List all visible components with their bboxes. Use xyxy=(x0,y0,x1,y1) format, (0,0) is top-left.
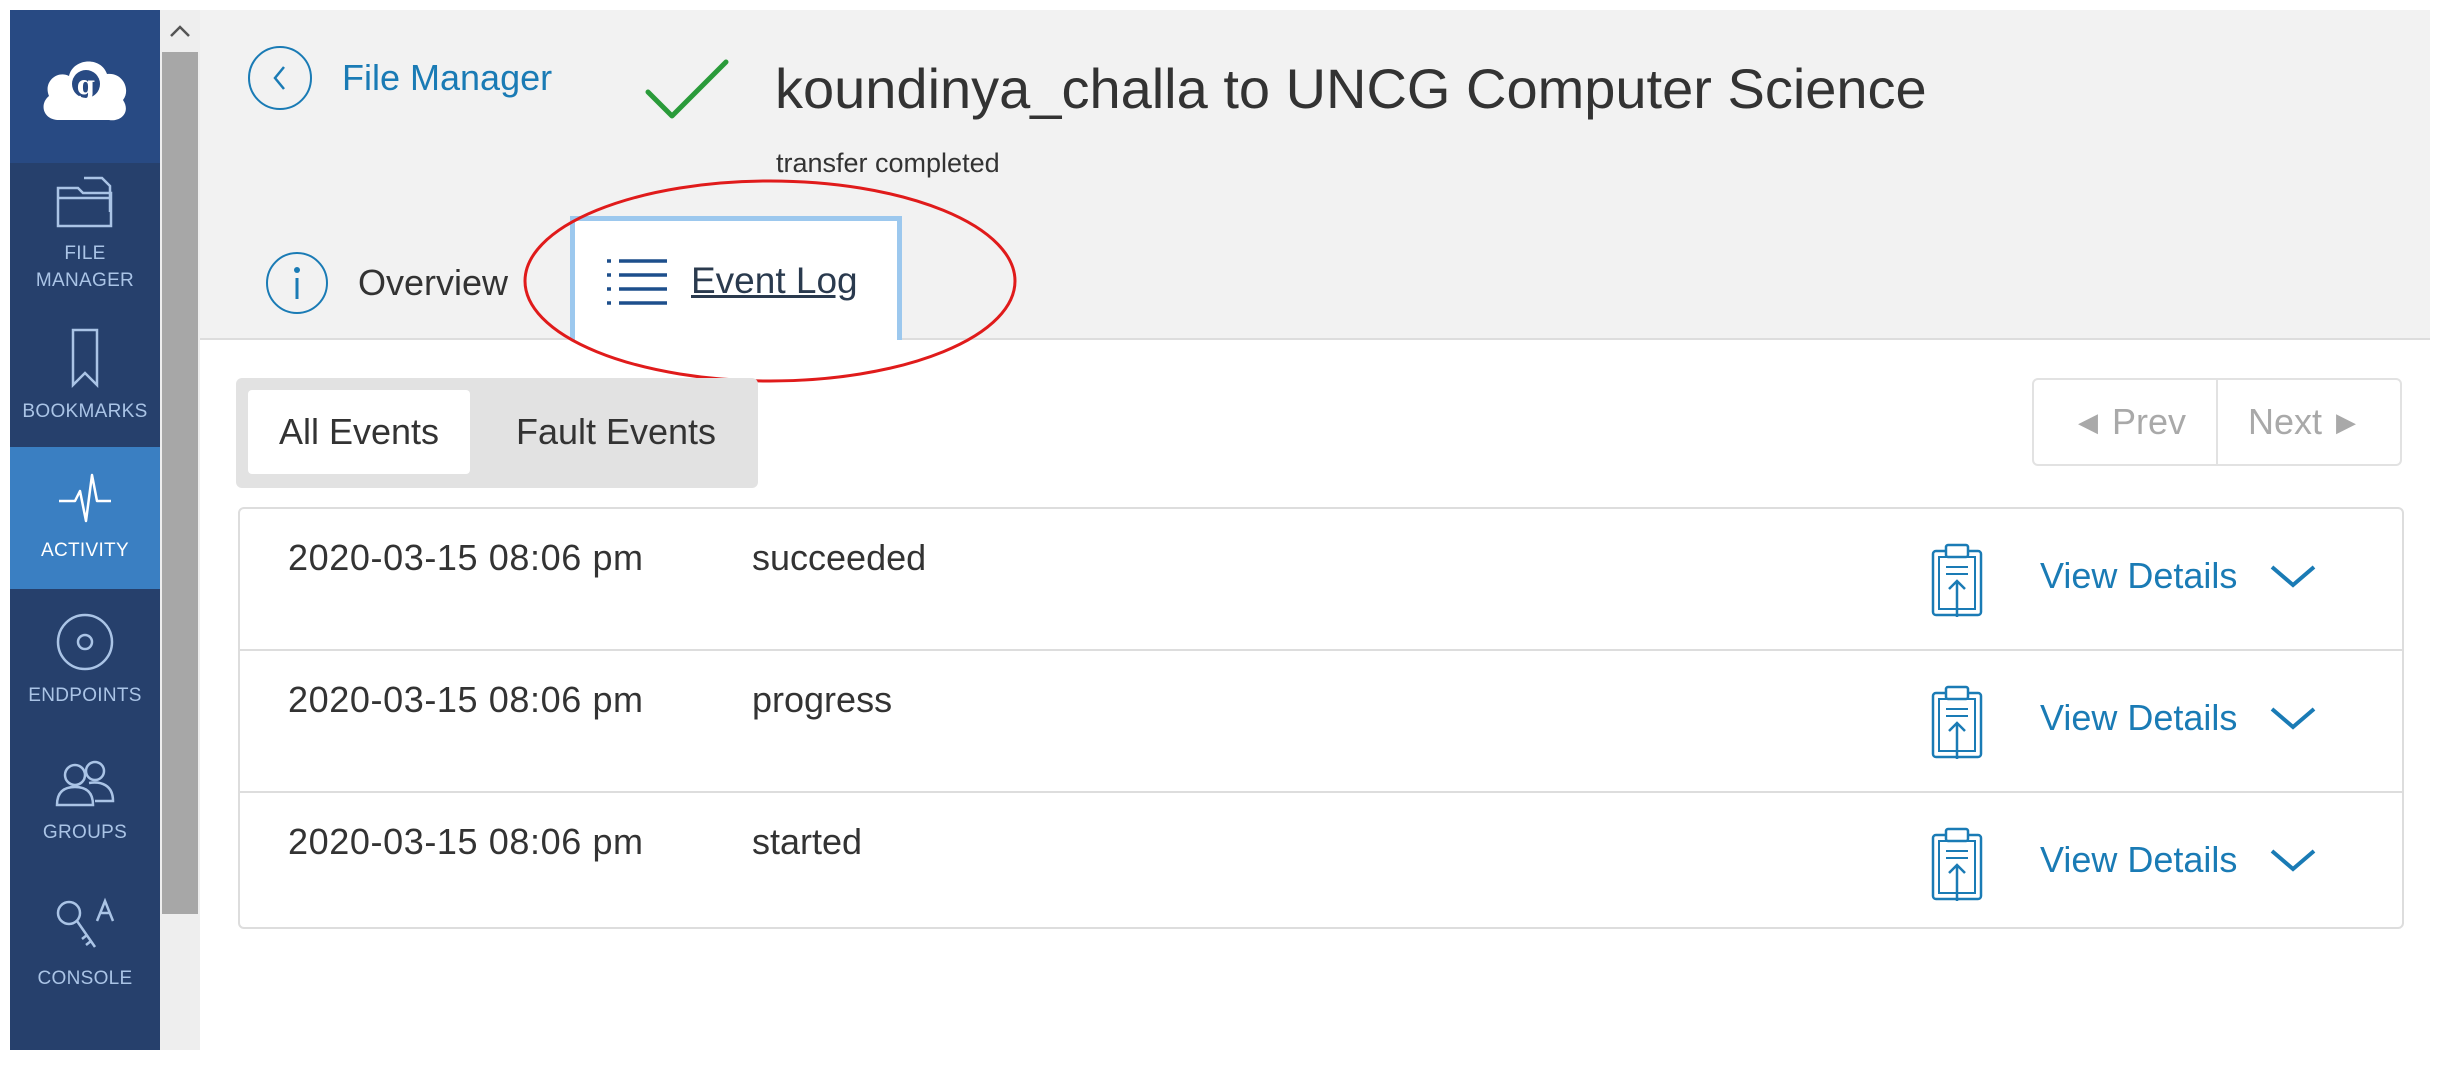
sidebar-nav: g FILE MANAGER BOOKMARKS ACTIVITY ENDPOI… xyxy=(10,10,160,1050)
sidebar-item-file-manager[interactable]: FILE MANAGER xyxy=(10,163,160,305)
sidebar-item-label: FILE MANAGER xyxy=(35,243,135,291)
prev-page-button[interactable]: ◀ Prev xyxy=(2034,380,2216,464)
tab-event-log-label: Event Log xyxy=(691,259,858,301)
event-status: progress xyxy=(752,679,893,720)
event-timestamp: 2020-03-15 08:06 pm xyxy=(288,537,644,578)
clipboard-upload-icon xyxy=(1931,543,1983,617)
chevron-down-icon xyxy=(2271,707,2316,730)
chevron-up-icon xyxy=(170,25,190,37)
back-chevron-icon xyxy=(248,46,312,110)
bookmark-icon xyxy=(71,328,99,388)
caret-right-icon: ▶ xyxy=(2336,406,2357,437)
endpoint-icon xyxy=(56,613,114,670)
view-details-toggle[interactable]: View Details xyxy=(2040,555,2317,597)
sidebar-item-groups[interactable]: GROUPS xyxy=(10,731,160,873)
pagination: ◀ Prev Next ▶ xyxy=(2032,378,2402,466)
groups-icon xyxy=(55,760,115,806)
sidebar-item-label: ACTIVITY xyxy=(41,539,129,561)
event-row: 2020-03-15 08:06 pm progress View Detail… xyxy=(240,651,2402,793)
activity-icon xyxy=(59,473,111,522)
sidebar-item-label: BOOKMARKS xyxy=(22,400,148,422)
list-icon xyxy=(607,258,667,305)
sidebar-item-label: GROUPS xyxy=(42,821,128,843)
event-timestamp: 2020-03-15 08:06 pm xyxy=(288,679,644,720)
next-label: Next xyxy=(2247,401,2323,442)
view-details-label: View Details xyxy=(2040,555,2238,596)
all-events-filter-button[interactable]: All Events xyxy=(248,390,470,474)
view-details-label: View Details xyxy=(2040,839,2238,880)
event-filter-toggle: All Events Fault Events xyxy=(236,378,758,488)
tab-event-log[interactable]: Event Log xyxy=(570,216,902,340)
sidebar-item-activity[interactable]: ACTIVITY xyxy=(10,447,160,589)
sidebar-item-endpoints[interactable]: ENDPOINTS xyxy=(10,589,160,731)
sidebar-item-label: ENDPOINTS xyxy=(28,684,142,706)
file-manager-icon xyxy=(56,176,113,228)
scrollbar-thumb[interactable] xyxy=(162,52,198,914)
transfer-header: File Manager koundinya_challa to UNCG Co… xyxy=(200,10,2430,340)
back-to-file-manager-link[interactable]: File Manager xyxy=(248,46,552,110)
event-row: 2020-03-15 08:06 pm started View Details xyxy=(240,793,2402,933)
next-page-button[interactable]: Next ▶ xyxy=(2216,380,2400,464)
sidebar-item-console[interactable]: CONSOLE xyxy=(10,873,160,1015)
tab-overview[interactable]: Overview xyxy=(266,252,508,314)
event-status: started xyxy=(752,821,863,862)
fault-events-filter-button[interactable]: Fault Events xyxy=(486,390,746,474)
scroll-up-button[interactable] xyxy=(160,10,200,52)
console-icon xyxy=(56,897,115,948)
chevron-down-icon xyxy=(2271,565,2316,588)
caret-left-icon: ◀ xyxy=(2077,406,2098,437)
sidebar-scrollbar[interactable] xyxy=(160,10,200,1050)
info-icon xyxy=(266,252,328,314)
clipboard-upload-icon xyxy=(1931,827,1983,901)
event-status: succeeded xyxy=(752,537,927,578)
back-link-label: File Manager xyxy=(342,57,553,98)
view-details-toggle[interactable]: View Details xyxy=(2040,697,2317,739)
sidebar-item-bookmarks[interactable]: BOOKMARKS xyxy=(10,305,160,447)
prev-label: Prev xyxy=(2111,401,2187,442)
globus-logo-icon: g xyxy=(43,60,127,120)
svg-text:g: g xyxy=(77,71,95,101)
transfer-status-text: transfer completed xyxy=(776,148,1000,178)
view-details-label: View Details xyxy=(2040,697,2238,738)
chevron-down-icon xyxy=(2271,849,2316,872)
clipboard-upload-icon xyxy=(1931,685,1983,759)
globus-logo[interactable]: g xyxy=(10,10,160,163)
event-timestamp: 2020-03-15 08:06 pm xyxy=(288,821,644,862)
sidebar-item-label: CONSOLE xyxy=(37,967,133,989)
tab-overview-label: Overview xyxy=(358,262,509,303)
page-title: koundinya_challa to UNCG Computer Scienc… xyxy=(775,57,1927,120)
success-check-icon xyxy=(645,59,729,119)
event-row: 2020-03-15 08:06 pm succeeded View Detai… xyxy=(240,509,2402,651)
event-log-list: 2020-03-15 08:06 pm succeeded View Detai… xyxy=(238,507,2404,929)
view-details-toggle[interactable]: View Details xyxy=(2040,839,2317,881)
